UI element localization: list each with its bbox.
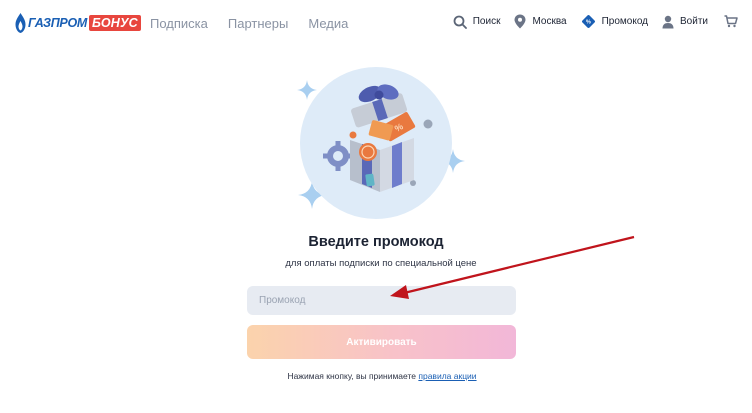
terms-text: Нажимая кнопку, вы принимаете (287, 371, 419, 381)
nav-item-partners[interactable]: Партнеры (228, 16, 288, 31)
promo-code-input[interactable] (247, 286, 516, 315)
location-pin-icon (514, 14, 526, 29)
cart-button[interactable] (724, 15, 744, 28)
city-selector[interactable]: Москва (514, 14, 567, 29)
logo-text-bonus: БОНУС (88, 15, 141, 31)
city-label: Москва (532, 16, 567, 27)
nav-item-subscription[interactable]: Подписка (150, 16, 208, 31)
logo[interactable]: ГАЗПРОМ БОНУС (14, 11, 141, 35)
header: ГАЗПРОМ БОНУС Подписка Партнеры Медиа По… (0, 0, 752, 46)
activate-button[interactable]: Активировать (247, 325, 516, 359)
search-icon (453, 15, 467, 29)
terms-notice: Нажимая кнопку, вы принимаете правила ак… (0, 371, 752, 381)
svg-text:%: % (586, 20, 591, 26)
logo-text-gazprom: ГАЗПРОМ (28, 16, 87, 30)
nav-item-media[interactable]: Медиа (308, 16, 348, 31)
cart-icon (724, 15, 738, 28)
promo-tag-icon: % (581, 15, 595, 28)
promo-label: Промокод (601, 16, 649, 27)
header-actions: Поиск Москва % Промокод Войти (439, 14, 744, 29)
user-icon (662, 15, 674, 28)
search-label: Поиск (472, 16, 501, 27)
gift-illustration: % (323, 84, 433, 192)
gas-flame-icon (15, 13, 26, 33)
page-title: Введите промокод (308, 234, 444, 250)
login-label: Войти (680, 16, 708, 27)
search-button[interactable]: Поиск (453, 15, 501, 29)
main-nav: Подписка Партнеры Медиа (150, 16, 348, 31)
page-subtitle: для оплаты подписки по специальной цене (285, 258, 477, 269)
promo-button[interactable]: % Промокод (581, 14, 648, 29)
login-button[interactable]: Войти (662, 15, 708, 29)
terms-link[interactable]: правила акции (418, 371, 476, 381)
